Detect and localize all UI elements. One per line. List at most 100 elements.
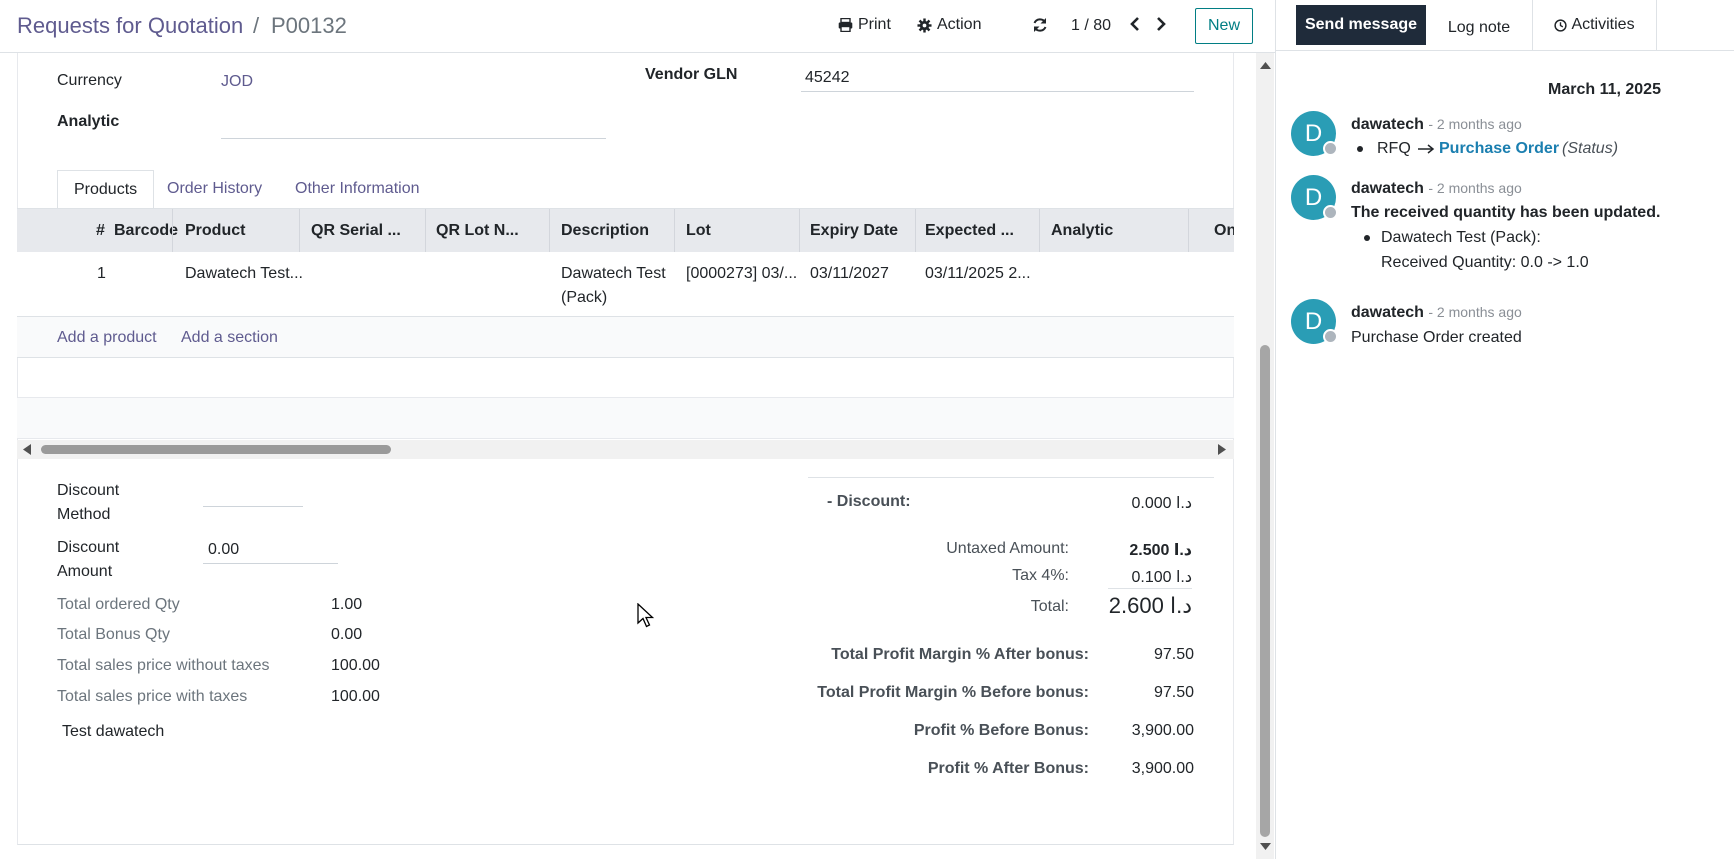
print-label: Print: [858, 16, 891, 33]
col-expiry-date[interactable]: Expiry Date: [810, 222, 898, 240]
col-on[interactable]: On: [1214, 222, 1234, 240]
message-time: - 2 months ago: [1428, 116, 1522, 132]
add-section-link[interactable]: Add a section: [181, 329, 278, 347]
message-author[interactable]: dawatech - 2 months ago: [1351, 304, 1522, 322]
printer-icon: [838, 18, 853, 32]
col-number[interactable]: #: [96, 222, 105, 240]
activities-button[interactable]: Activities: [1532, 0, 1657, 50]
margin-label: Total Profit Margin % After bonus:: [831, 646, 1089, 663]
refresh-icon[interactable]: [1032, 17, 1048, 33]
col-separator[interactable]: [549, 209, 550, 253]
horizontal-scroll-thumb[interactable]: [41, 445, 391, 454]
clock-icon: [1554, 18, 1568, 32]
analytic-field[interactable]: [221, 117, 606, 139]
col-separator[interactable]: [425, 209, 426, 253]
log-note-button[interactable]: Log note: [1426, 5, 1532, 50]
table-row[interactable]: 1 Dawatech Test... Dawatech Test (Pack) …: [17, 252, 1234, 317]
stat-label: Total sales price with taxes: [57, 688, 248, 705]
mouse-cursor-icon: [637, 603, 655, 628]
avatar[interactable]: D: [1291, 111, 1338, 156]
chatter-panel: Send message Log note Activities March 1…: [1275, 0, 1734, 859]
add-product-link[interactable]: Add a product: [57, 329, 157, 347]
vertical-scroll-thumb[interactable]: [1260, 345, 1270, 837]
total-value: 2.600 د.ا: [1108, 593, 1192, 618]
col-product[interactable]: Product: [185, 222, 245, 240]
margin-value: 3,900.00: [1131, 760, 1194, 777]
col-separator[interactable]: [1188, 209, 1189, 253]
tab-order-history[interactable]: Order History: [151, 170, 278, 209]
send-message-button[interactable]: Send message: [1296, 5, 1426, 45]
col-barcode[interactable]: Barcode: [114, 222, 178, 240]
chevron-right-icon[interactable]: [1154, 14, 1168, 34]
vertical-scrollbar[interactable]: [1256, 53, 1274, 859]
col-separator[interactable]: [299, 209, 300, 253]
add-line-row: Add a product Add a section: [17, 317, 1234, 358]
col-separator[interactable]: [799, 209, 800, 253]
tab-other-information[interactable]: Other Information: [279, 170, 436, 209]
avatar-initial: D: [1304, 119, 1323, 147]
control-panel: Requests for Quotation / P00132 Print Ac…: [0, 0, 1275, 53]
discount-amount-field[interactable]: [203, 538, 338, 564]
breadcrumb-current: P00132: [271, 13, 347, 38]
col-separator[interactable]: [1039, 209, 1040, 253]
untaxed-amount-label: Untaxed Amount:: [946, 540, 1069, 557]
col-qr-serial[interactable]: QR Serial ...: [311, 222, 401, 240]
print-button[interactable]: Print: [838, 16, 891, 34]
col-expected[interactable]: Expected ...: [925, 222, 1014, 240]
col-description[interactable]: Description: [561, 222, 649, 240]
col-separator[interactable]: [674, 209, 675, 253]
horizontal-scrollbar[interactable]: [17, 440, 1234, 459]
col-analytic[interactable]: Analytic: [1051, 222, 1113, 240]
avatar[interactable]: D: [1291, 299, 1338, 344]
col-lot[interactable]: Lot: [686, 222, 711, 240]
action-button[interactable]: Action: [917, 16, 981, 34]
notes-text[interactable]: Test dawatech: [62, 723, 164, 741]
breadcrumb-parent[interactable]: Requests for Quotation: [17, 13, 243, 39]
avatar[interactable]: D: [1291, 175, 1338, 220]
empty-row: [17, 398, 1234, 439]
chevron-left-icon[interactable]: [1128, 14, 1142, 34]
scroll-left-arrow-icon[interactable]: [22, 444, 32, 455]
scroll-down-arrow-icon[interactable]: [1260, 842, 1271, 851]
stat-value: 1.00: [331, 596, 363, 613]
col-separator[interactable]: [915, 209, 916, 253]
cell-description-line2[interactable]: (Pack): [561, 289, 607, 307]
scroll-up-arrow-icon[interactable]: [1260, 61, 1271, 70]
message-body: The received quantity has been updated.: [1351, 204, 1661, 221]
avatar-initial: D: [1304, 307, 1323, 335]
discount-amount-label-line2: Amount: [57, 563, 113, 580]
stat-value: 100.00: [331, 657, 380, 674]
tab-products[interactable]: Products: [57, 170, 155, 209]
total-divider: [1108, 588, 1192, 589]
vendor-gln-field[interactable]: [801, 66, 1194, 92]
table-header: # Barcode Product QR Serial ... QR Lot N…: [17, 208, 1234, 253]
message-detail: Received Quantity: 0.0 -> 1.0: [1381, 254, 1589, 271]
margin-label: Profit % Before Bonus:: [913, 722, 1089, 739]
cell-expiry[interactable]: 03/11/2027: [810, 265, 889, 283]
pager-value[interactable]: 1 / 80: [1071, 17, 1111, 35]
discount-method-label-line2: Method: [57, 506, 111, 523]
list-bullet: [1364, 235, 1370, 241]
cell-description-line1[interactable]: Dawatech Test: [561, 265, 666, 283]
tracking-old-value: RFQ: [1377, 140, 1411, 157]
cell-expected[interactable]: 03/11/2025 2...: [925, 265, 1031, 283]
author-name: dawatech: [1351, 304, 1424, 321]
cell-lot[interactable]: [0000273] 03/...: [686, 265, 797, 283]
message-author[interactable]: dawatech - 2 months ago: [1351, 180, 1522, 198]
cell-product[interactable]: Dawatech Test...: [185, 265, 303, 283]
new-button[interactable]: New: [1195, 8, 1253, 44]
currency-field[interactable]: JOD: [221, 73, 253, 91]
margin-label: Profit % After Bonus:: [927, 760, 1089, 777]
col-separator[interactable]: [172, 209, 173, 253]
stat-label: Total ordered Qty: [57, 596, 180, 613]
scroll-right-arrow-icon[interactable]: [1217, 444, 1227, 455]
action-label: Action: [937, 16, 982, 33]
col-qr-lot[interactable]: QR Lot N...: [436, 222, 519, 240]
message-time: - 2 months ago: [1428, 180, 1522, 196]
message-author[interactable]: dawatech - 2 months ago: [1351, 116, 1522, 134]
untaxed-amount-value: 2.500 د.ا: [1129, 542, 1192, 559]
stat-label: Total sales price without taxes: [57, 657, 270, 674]
discount-method-label: Discount: [57, 482, 120, 499]
discount-method-field[interactable]: [203, 482, 303, 507]
breadcrumb-separator: /: [253, 13, 260, 38]
